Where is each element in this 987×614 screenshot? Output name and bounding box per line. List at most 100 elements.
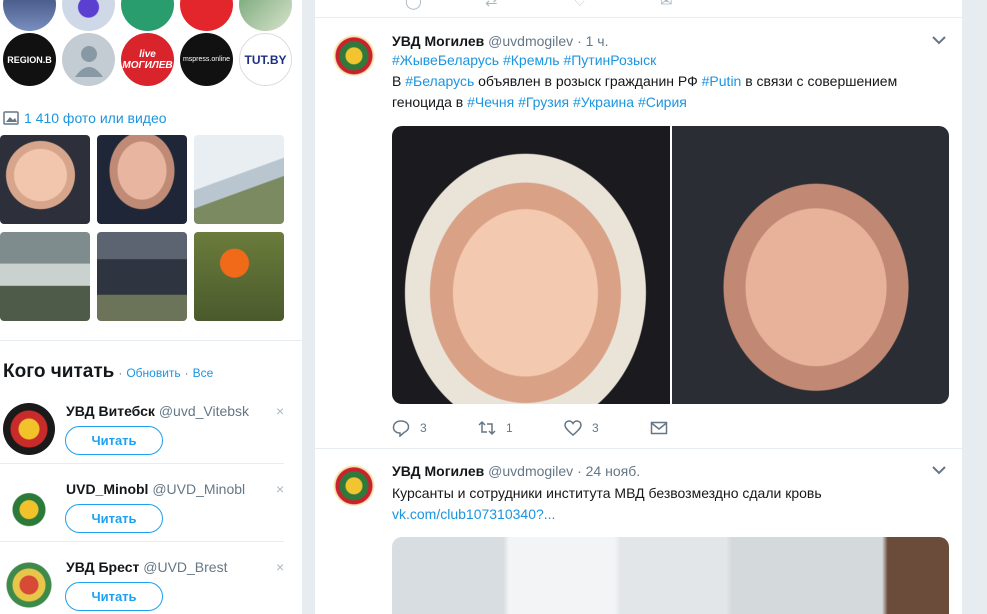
separator-dot: · [184,366,189,380]
previous-tweet-actions: ◯ ⇄ ♡ ✉ [315,0,962,18]
like-count: 3 [592,421,599,435]
tweet-author-name[interactable]: УВД Могилев [392,33,484,49]
account-handle[interactable]: @uvd_Vitebsk [159,403,249,419]
avatar[interactable] [333,464,375,506]
hashtag-link[interactable]: #Сирия [638,94,687,110]
chevron-down-icon[interactable] [932,32,946,48]
separator-dot: · [118,366,123,380]
avatar-label: TUT.BY [244,52,287,67]
tweet-author-handle[interactable]: @uvdmogilev [488,463,573,479]
tweet-body: Курсанты и сотрудники института МВД безв… [392,485,822,501]
like-icon [564,420,582,436]
avatar[interactable]: mspress.online [180,33,233,86]
photos-videos-link[interactable]: 1 410 фото или видео [3,110,167,126]
like-icon[interactable]: ♡ [573,0,586,10]
media-thumbnail[interactable] [0,232,90,321]
avatar[interactable] [239,0,292,31]
avatar-label: REGION.B [7,54,52,65]
avatar[interactable]: live МОГИЛЕВ [121,33,174,86]
tweet-timestamp[interactable]: · 24 нояб. [577,463,640,479]
tweet-link[interactable]: vk.com/club107310340?... [392,504,952,525]
account-name[interactable]: УВД Брест [66,559,139,575]
hashtag-link[interactable]: #Чечня [467,94,514,110]
retweet-icon [478,420,496,436]
tweet-photo[interactable] [392,537,949,614]
media-grid [0,135,284,321]
retweet-icon[interactable]: ⇄ [485,0,498,10]
who-to-follow-title: Кого читать [3,361,115,382]
like-button[interactable]: 3 [564,419,650,437]
hashtag-link[interactable]: #Грузия [518,94,569,110]
text-fragment: объявлен в розыск гражданин РФ [474,73,702,89]
text-fragment: В [392,73,406,89]
avatar[interactable] [3,0,56,31]
avatar[interactable] [62,33,115,86]
follow-button[interactable]: Читать [65,582,163,611]
hashtag-link[interactable]: #Беларусь [405,73,474,89]
avatar[interactable]: REGION.B [3,33,56,86]
reply-icon[interactable]: ◯ [405,0,422,10]
refresh-link[interactable]: Обновить [126,366,180,380]
hashtag-link[interactable]: #Украина [573,94,634,110]
text-fragment: в связи с совершением [741,73,898,89]
retweet-count: 1 [506,421,513,435]
avatar[interactable] [3,403,55,455]
media-thumbnail[interactable] [194,135,284,224]
view-all-link[interactable]: Все [193,366,214,380]
account-handle[interactable]: @UVD_Brest [143,559,227,575]
account-handle[interactable]: @UVD_Minobl [152,481,245,497]
avatar[interactable] [180,0,233,31]
account-name[interactable]: УВД Витебск [66,403,155,419]
suggestion-item: УВД Витебск @uvd_Vitebsk × Читать [0,401,302,479]
avatar[interactable] [3,559,55,611]
tweet-media [392,126,949,404]
media-count-label: 1 410 фото или видео [24,110,167,126]
close-icon[interactable]: × [276,403,284,419]
image-icon [3,111,19,125]
tweet-photo[interactable] [392,126,670,404]
reply-count: 3 [420,421,427,435]
followers-avatars-row-2: REGION.B live МОГИЛЕВ mspress.online TUT… [3,33,292,86]
tweet-actions: 3 1 3 [392,419,736,437]
tweet-author-handle[interactable]: @uvdmogilev [488,33,573,49]
reply-button[interactable]: 3 [392,419,478,437]
account-name[interactable]: UVD_Minobl [66,481,148,497]
media-thumbnail[interactable] [194,232,284,321]
media-thumbnail[interactable] [97,232,187,321]
suggestion-item: UVD_Minobl @UVD_Minobl × Читать [0,479,302,557]
avatar[interactable] [333,34,375,76]
avatar[interactable] [3,481,55,533]
tweet[interactable]: УВД Могилев @uvdmogilev · 1 ч. #ЖывеБела… [315,18,962,448]
divider [0,463,284,464]
tweet-photo[interactable] [671,126,949,404]
tweet-text: #ЖывеБеларусь #Кремль #ПутинРозыск В #Бе… [392,50,952,113]
chevron-down-icon[interactable] [932,462,946,478]
followers-avatars-row-1 [3,0,292,31]
default-user-icon [74,45,103,77]
retweet-button[interactable]: 1 [478,419,564,437]
hashtag-line[interactable]: #ЖывеБеларусь #Кремль #ПутинРозыск [392,50,952,71]
follow-button[interactable]: Читать [65,426,163,455]
close-icon[interactable]: × [276,481,284,497]
message-icon[interactable]: ✉ [660,0,673,10]
message-icon [650,421,668,435]
tweet-author-name[interactable]: УВД Могилев [392,463,484,479]
direct-message-button[interactable] [650,419,736,437]
text-fragment: геноцида в [392,94,468,110]
suggestion-item: УВД Брест @UVD_Brest × Читать [0,557,302,614]
profile-sidebar: REGION.B live МОГИЛЕВ mspress.online TUT… [0,0,302,614]
hashtag-link[interactable]: #Putin [702,73,742,89]
close-icon[interactable]: × [276,559,284,575]
tweet-timestamp[interactable]: · 1 ч. [577,33,608,49]
reply-icon [392,420,410,437]
avatar[interactable] [62,0,115,31]
who-to-follow: Кого читать · Обновить · Все УВД Витебск… [0,340,302,614]
tweet-text: Курсанты и сотрудники института МВД безв… [392,483,952,525]
media-thumbnail[interactable] [0,135,90,224]
follow-button[interactable]: Читать [65,504,163,533]
avatar[interactable]: TUT.BY [239,33,292,86]
avatar-label: mspress.online [182,56,231,63]
media-thumbnail[interactable] [97,135,187,224]
avatar[interactable] [121,0,174,31]
avatar-label: live МОГИЛЕВ [122,48,173,71]
